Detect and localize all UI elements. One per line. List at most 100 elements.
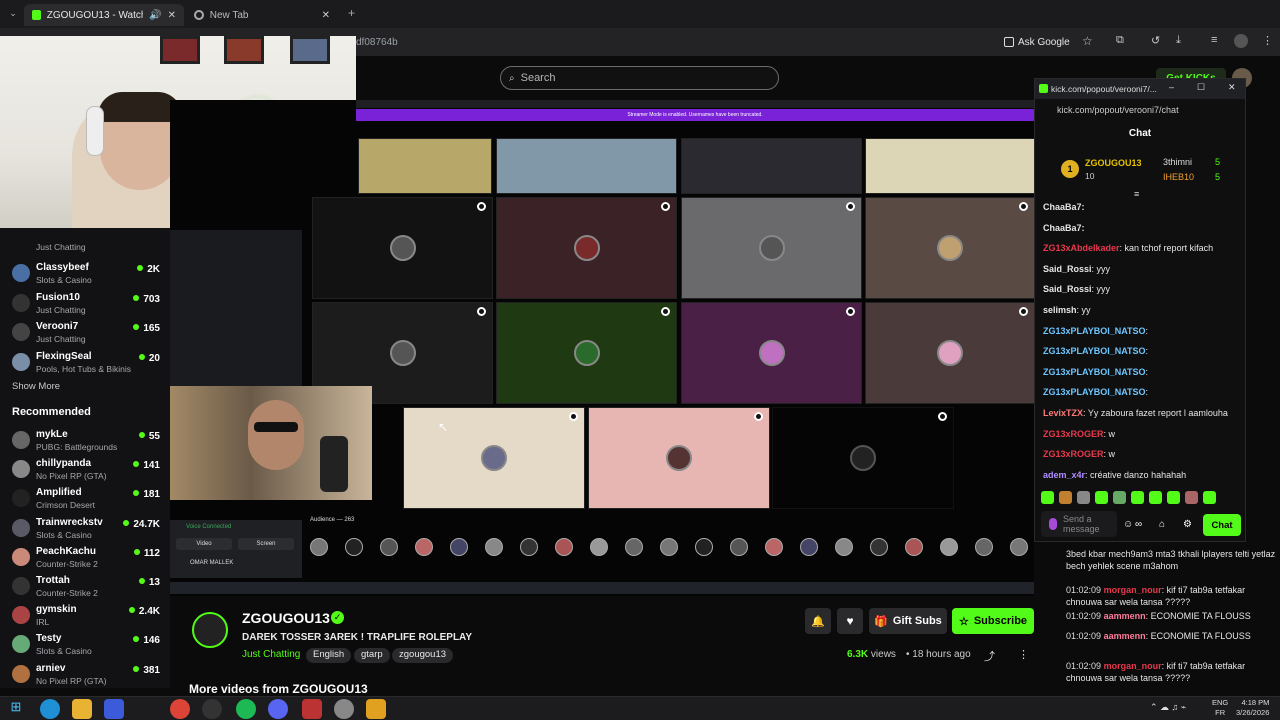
search-input[interactable]: ⌕ Search	[500, 66, 779, 90]
expand-chevron-icon[interactable]: ≡	[1134, 189, 1139, 199]
language-indicator[interactable]: ENG FR	[1212, 698, 1228, 718]
download-icon[interactable]: ⤓	[1176, 34, 1181, 47]
emote-icon[interactable]	[1041, 491, 1054, 504]
chat-username[interactable]: ChaaBa7:	[1043, 223, 1085, 233]
file-explorer-icon[interactable]	[72, 699, 92, 719]
chat-username[interactable]: aammenn	[1104, 611, 1146, 621]
sidebar-channel-recommended[interactable]: PeachKachu Counter-Strike 2 112	[8, 542, 164, 570]
chat-username[interactable]: ZG13xROGER	[1043, 449, 1104, 459]
browser-menu-icon[interactable]: ⋮	[1262, 34, 1273, 47]
close-icon[interactable]: ✕	[1228, 82, 1236, 93]
chat-username[interactable]: morgan_nour	[1104, 585, 1162, 595]
chat-username[interactable]: ZG13xPLAYBOI_NATSO	[1043, 326, 1146, 336]
video-tile[interactable]	[865, 197, 1035, 299]
emote-icon[interactable]	[1167, 491, 1180, 504]
sidebar-channel-recommended[interactable]: Trainwreckstv Slots & Casino 24.7K	[8, 513, 164, 541]
windows-start-icon[interactable]: ⊞	[6, 699, 26, 719]
store-icon[interactable]: ⌂	[1159, 519, 1165, 530]
streamer-name[interactable]: ZGOUGOU13	[242, 610, 330, 626]
pin-icon[interactable]	[1019, 202, 1028, 211]
video-tile[interactable]	[865, 302, 1035, 404]
more-options-icon[interactable]: ⋮	[1018, 648, 1029, 661]
emote-icon[interactable]	[1185, 491, 1198, 504]
pin-icon[interactable]	[477, 202, 486, 211]
video-player[interactable]: Streamer Mode is enabled. Usernames have…	[170, 100, 1035, 596]
chat-username[interactable]: ZG13xAbdelkader	[1043, 243, 1120, 253]
chat-username[interactable]: selimsh	[1043, 305, 1077, 315]
follow-heart-button[interactable]: ♥	[837, 608, 863, 634]
chat-username[interactable]: morgan_nour	[1104, 661, 1162, 671]
chrome-active-icon[interactable]	[334, 699, 354, 719]
speaker-icon[interactable]: 🔊	[149, 10, 161, 21]
video-tile[interactable]	[772, 407, 954, 509]
chat-username[interactable]: Said_Rossi	[1043, 264, 1092, 274]
obs-icon[interactable]	[202, 699, 222, 719]
emote-icon[interactable]	[1059, 491, 1072, 504]
maximize-icon[interactable]: ☐	[1197, 82, 1205, 93]
chat-username[interactable]: ZG13xPLAYBOI_NATSO	[1043, 367, 1146, 377]
video-toggle-button[interactable]: Video	[176, 538, 232, 550]
chat-username[interactable]: LevixTZX	[1043, 408, 1083, 418]
video-tile[interactable]	[403, 407, 585, 509]
new-tab-plus-icon[interactable]: +	[348, 6, 355, 20]
category-link[interactable]: Just Chatting	[242, 649, 300, 660]
sidebar-channel-recommended[interactable]: Testy Slots & Casino 146	[8, 629, 164, 657]
link-icon[interactable]: ∞	[1135, 519, 1142, 530]
sidebar-channel-partial[interactable]: Just Chatting	[8, 228, 164, 256]
chrome-icon[interactable]	[170, 699, 190, 719]
emote-icon[interactable]	[1131, 491, 1144, 504]
tray-icons[interactable]: ⌃ ☁ ♫ ⌁	[1150, 702, 1186, 713]
pin-icon[interactable]	[661, 202, 670, 211]
tab-zgougou13[interactable]: ZGOUGOU13 - Watch the V 🔊 ✕	[24, 4, 184, 26]
pin-icon[interactable]	[1019, 307, 1028, 316]
sidebar-channel-followed[interactable]: FlexingSeal Pools, Hot Tubs & Bikinis 20	[8, 347, 164, 375]
emote-icon[interactable]	[1077, 491, 1090, 504]
streamer-avatar[interactable]	[192, 612, 228, 648]
chat-username[interactable]: aammenn	[1104, 631, 1146, 641]
pin-icon[interactable]	[938, 412, 947, 421]
edge-icon[interactable]	[40, 699, 60, 719]
chat-username[interactable]: ZG13xROGER	[1043, 429, 1104, 439]
sidebar-channel-followed[interactable]: Verooni7 Just Chatting 165	[8, 317, 164, 345]
chat-username[interactable]: adem_x4r	[1043, 470, 1085, 480]
discord-icon[interactable]	[268, 699, 288, 719]
video-tile[interactable]	[681, 197, 862, 299]
minimize-icon[interactable]: –	[1169, 82, 1174, 92]
emoji-icon[interactable]: ☺	[1123, 519, 1133, 530]
mic-icon[interactable]	[1049, 518, 1057, 530]
screen-share-button[interactable]: Screen	[238, 538, 294, 550]
show-more-link[interactable]: Show More	[12, 381, 60, 392]
video-tile[interactable]	[358, 138, 492, 194]
video-tile[interactable]	[496, 302, 677, 404]
emote-icon[interactable]	[1095, 491, 1108, 504]
popout-url[interactable]: kick.com/popout/verooni7/chat	[1057, 105, 1179, 115]
video-tile[interactable]	[496, 197, 677, 299]
sidebar-channel-recommended[interactable]: Trottah Counter-Strike 2 13	[8, 571, 164, 599]
emote-icon[interactable]	[1113, 491, 1126, 504]
profile-avatar-icon[interactable]	[1234, 34, 1248, 48]
tag-pill[interactable]: zgougou13	[392, 648, 454, 663]
url-text[interactable]: df08764b	[356, 33, 976, 51]
bell-button[interactable]: 🔔	[805, 608, 831, 634]
close-icon[interactable]: ✕	[168, 10, 176, 21]
media-icon[interactable]: ≡	[1211, 34, 1217, 46]
video-tile[interactable]	[681, 138, 862, 194]
pin-icon[interactable]	[661, 307, 670, 316]
sidebar-channel-followed[interactable]: Fusion10 Just Chatting 703	[8, 288, 164, 316]
tab-new-tab[interactable]: New Tab ✕	[186, 4, 338, 26]
subscribe-button[interactable]: ☆ Subscribe	[952, 608, 1034, 634]
tag-pill[interactable]: gtarp	[354, 648, 390, 663]
pin-icon[interactable]	[754, 412, 763, 421]
emote-icon[interactable]	[1203, 491, 1216, 504]
store-icon[interactable]	[104, 699, 124, 719]
sidebar-channel-recommended[interactable]: arniev No Pixel RP (GTA) 381	[8, 659, 164, 687]
video-tile[interactable]	[312, 197, 493, 299]
video-tile[interactable]	[588, 407, 770, 509]
pin-icon[interactable]	[846, 307, 855, 316]
emote-icon[interactable]	[1149, 491, 1162, 504]
ask-google-button[interactable]: Ask Google	[1004, 33, 1070, 51]
extensions-icon[interactable]: ⧉	[1116, 34, 1124, 47]
tab-list-icon[interactable]: ⌄	[6, 6, 20, 20]
sidebar-channel-recommended[interactable]: mykLe PUBG: Battlegrounds 55	[8, 425, 164, 453]
spotify-icon[interactable]	[236, 699, 256, 719]
